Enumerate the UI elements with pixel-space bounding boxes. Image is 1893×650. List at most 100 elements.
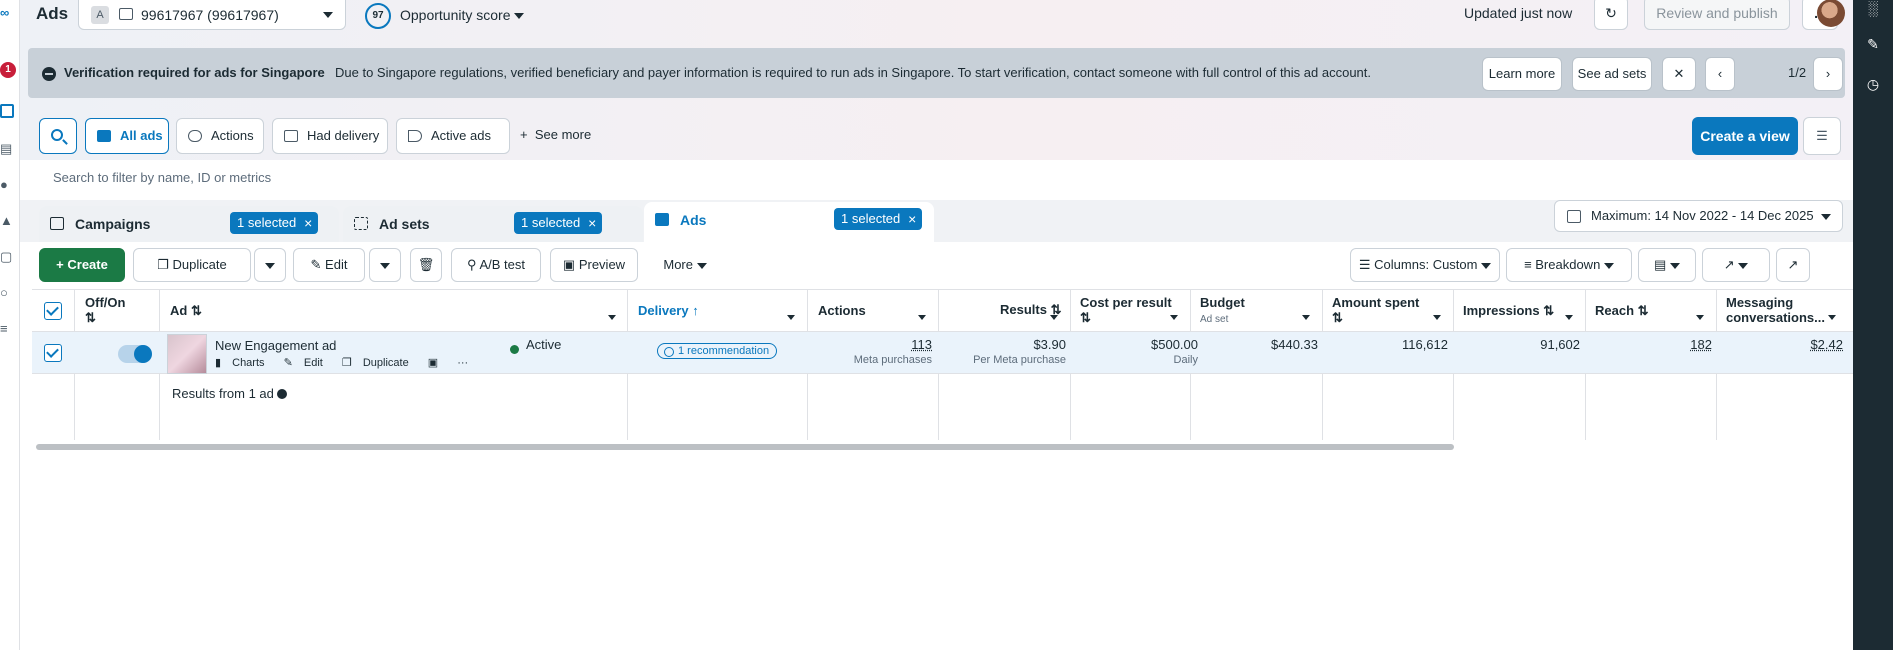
create-button[interactable]: + Create — [39, 248, 125, 282]
col-ad[interactable]: Ad ⇅ — [170, 303, 202, 318]
ads-selected-chip[interactable]: 1 selected × — [834, 208, 923, 230]
table-row[interactable]: New Engagement ad ▮ Charts ✎ Edit ❐ Dupl… — [32, 332, 1853, 374]
reports-button[interactable]: ▤ — [1638, 248, 1696, 282]
user-avatar[interactable] — [1817, 0, 1845, 27]
tab-ads[interactable]: Ads 1 selected × — [644, 202, 934, 242]
duplicate-dropdown[interactable] — [254, 248, 286, 282]
col-messaging-menu[interactable] — [1828, 308, 1836, 323]
search-button[interactable] — [39, 118, 77, 154]
sort-icon[interactable]: ⇅ — [1638, 303, 1649, 318]
billing-icon[interactable]: ▢ — [0, 250, 16, 264]
col-off-on[interactable]: Off/On ⇅ — [85, 295, 125, 325]
col-delivery-menu[interactable] — [787, 308, 795, 323]
ab-test-button[interactable]: ⚲ A/B test — [451, 248, 541, 282]
info-icon[interactable] — [276, 389, 287, 399]
learn-more-button[interactable]: Learn more — [1482, 57, 1562, 91]
col-reach[interactable]: Reach ⇅ — [1595, 303, 1649, 318]
delete-button[interactable]: 🗑 — [410, 248, 442, 282]
previous-button[interactable]: ‹ — [1705, 57, 1735, 91]
row-checkbox[interactable] — [44, 344, 62, 362]
campaigns-selected-chip[interactable]: 1 selected × — [230, 212, 319, 234]
opportunity-score-label[interactable]: Opportunity score — [400, 7, 511, 23]
actions-filter[interactable]: Actions — [176, 118, 264, 154]
tab-ad-sets[interactable]: Ad sets 1 selected × — [343, 206, 643, 242]
close-icon[interactable]: × — [304, 212, 312, 234]
col-messaging-conversations[interactable]: Messaging conversations... — [1726, 295, 1836, 325]
messaging-conversations-value[interactable]: 182 — [1622, 337, 1712, 352]
col-cost-per-result-menu[interactable] — [1170, 308, 1178, 323]
view-settings-button[interactable]: ☰ — [1803, 117, 1841, 155]
columns-button[interactable]: ☰ Columns: Custom — [1350, 248, 1500, 282]
ads-manager-table-icon[interactable] — [0, 104, 14, 118]
date-range-picker[interactable]: Maximum: 14 Nov 2022 - 14 Dec 2025 — [1554, 200, 1843, 232]
charts-toggle-button[interactable]: ↗ — [1776, 248, 1810, 282]
sort-icon[interactable]: ⇅ — [191, 303, 202, 318]
close-icon[interactable]: × — [908, 208, 916, 230]
results-value[interactable]: 113 Meta purchases — [842, 337, 932, 366]
see-more-filters[interactable]: + See more — [520, 127, 591, 142]
ad-on-off-toggle[interactable] — [118, 345, 152, 363]
sort-icon[interactable]: ⇅ — [1543, 303, 1554, 318]
edit-link[interactable]: ✎ Edit — [284, 357, 331, 369]
breakdown-button[interactable]: ≡ Breakdown — [1506, 248, 1632, 282]
col-amount-spent-menu[interactable] — [1433, 308, 1441, 323]
sort-icon[interactable]: ⇅ — [1332, 310, 1343, 325]
tab-campaigns[interactable]: Campaigns 1 selected × — [39, 206, 339, 242]
campaign-icon[interactable]: ▲ — [0, 214, 16, 228]
col-actions-menu[interactable] — [918, 308, 926, 323]
review-and-publish-button[interactable]: Review and publish — [1644, 0, 1790, 30]
select-all-checkbox[interactable] — [44, 302, 62, 320]
audience-icon[interactable]: ● — [0, 178, 16, 192]
col-actions[interactable]: Actions — [818, 303, 866, 318]
col-impressions[interactable]: Impressions ⇅ — [1463, 303, 1554, 318]
duplicate-button[interactable]: ❐ Duplicate — [133, 248, 251, 282]
ad-thumbnail[interactable] — [167, 334, 207, 374]
col-amount-spent[interactable]: Amount spent ⇅ — [1332, 295, 1419, 325]
col-delivery[interactable]: Delivery ↑ — [638, 303, 699, 318]
horizontal-scrollbar[interactable] — [36, 444, 1454, 450]
image-link[interactable]: ▣ — [428, 357, 446, 369]
meta-logo-icon[interactable]: ∞ — [0, 6, 16, 20]
results-number[interactable]: 113 — [911, 337, 932, 352]
col-cost-per-result[interactable]: Cost per result ⇅ — [1080, 295, 1172, 325]
col-budget[interactable]: Budget Ad set — [1200, 295, 1245, 327]
document-icon[interactable]: ▤ — [0, 142, 16, 156]
ad-name-link[interactable]: New Engagement ad — [215, 338, 336, 353]
sort-ascending-icon[interactable]: ↑ — [692, 303, 699, 318]
edit-dropdown[interactable] — [369, 248, 401, 282]
col-impressions-menu[interactable] — [1565, 308, 1573, 323]
col-results-menu[interactable] — [1050, 308, 1058, 323]
see-ad-sets-button[interactable]: See ad sets — [1572, 57, 1652, 91]
col-reach-menu[interactable] — [1696, 308, 1704, 323]
more-actions[interactable]: ··· — [457, 357, 476, 369]
had-delivery-filter[interactable]: Had delivery — [272, 118, 388, 154]
chart-icon[interactable]: ░ — [1865, 0, 1881, 16]
pencil-icon[interactable]: ✎ — [1865, 36, 1881, 52]
ad-sets-selected-chip[interactable]: 1 selected × — [514, 212, 603, 234]
clock-icon[interactable]: ◷ — [1865, 76, 1881, 92]
search-tools-icon[interactable]: ○ — [0, 286, 16, 300]
refresh-button[interactable]: ↻ — [1594, 0, 1628, 30]
sort-icon[interactable]: ⇅ — [1080, 310, 1091, 325]
recommendation-badge[interactable]: 1 recommendation — [657, 343, 778, 359]
next-button[interactable]: › — [1813, 57, 1843, 91]
create-view-button[interactable]: Create a view — [1692, 117, 1798, 155]
opportunity-score-value[interactable]: 97 — [365, 3, 391, 29]
preview-button[interactable]: ▣ Preview — [550, 248, 638, 282]
more-button[interactable]: More — [648, 248, 722, 282]
chevron-down-icon[interactable] — [514, 13, 524, 19]
ad-account-selector[interactable]: A 99617967 (99617967) — [78, 0, 346, 30]
close-icon[interactable]: × — [588, 212, 596, 234]
menu-icon[interactable]: ≡ — [0, 322, 16, 336]
all-ads-filter[interactable]: All ads — [85, 118, 169, 154]
col-budget-menu[interactable] — [1302, 308, 1310, 323]
duplicate-link[interactable]: ❐ Duplicate — [342, 357, 417, 369]
notification-badge[interactable]: 1 — [0, 62, 16, 78]
search-filter-input[interactable] — [39, 162, 1843, 192]
sort-icon[interactable]: ⇅ — [85, 310, 96, 325]
export-button[interactable]: ↗ — [1702, 248, 1770, 282]
active-ads-filter[interactable]: Active ads — [396, 118, 510, 154]
col-ad-menu[interactable] — [608, 308, 616, 323]
close-banner-button[interactable]: ✕ — [1662, 57, 1696, 91]
edit-button[interactable]: ✎ Edit — [293, 248, 365, 282]
